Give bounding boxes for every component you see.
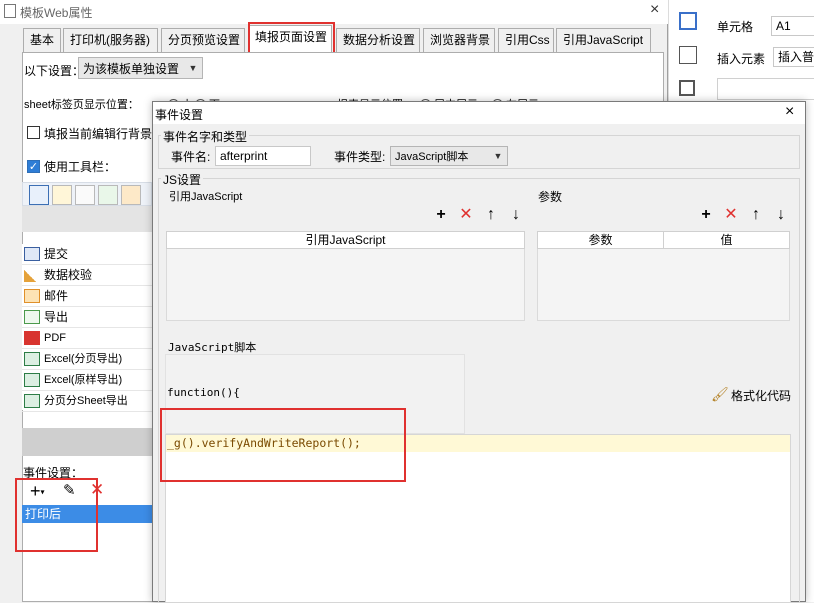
- toolbar-preview: [22, 182, 152, 206]
- app-icon: [4, 4, 16, 18]
- delete-icon[interactable]: ✕: [458, 207, 474, 223]
- js-settings-legend: JS设置: [161, 171, 204, 188]
- submit-icon: [24, 247, 40, 261]
- validate-icon: [24, 268, 40, 282]
- cell-attr-icon[interactable]: [679, 12, 697, 30]
- cell-field[interactable]: A1: [771, 16, 814, 36]
- toolbar-items-list: 提交 数据校验 邮件 导出 PDF Excel(分页导出) Excel(原样导出…: [22, 244, 152, 412]
- list-item[interactable]: PDF: [22, 328, 152, 349]
- delete-icon[interactable]: ✕: [723, 207, 739, 223]
- frame-icon[interactable]: [679, 80, 695, 96]
- export-icon: [24, 310, 40, 324]
- settings-select[interactable]: 为该模板单独设置 ▼: [78, 57, 203, 79]
- format-brush-icon[interactable]: 🖌: [711, 386, 729, 403]
- tab-basic[interactable]: 基本: [23, 28, 61, 52]
- use-toolbar-checkbox[interactable]: ✓: [27, 160, 40, 173]
- mail-icon[interactable]: [121, 185, 141, 205]
- ref-js-table: [166, 249, 525, 321]
- arrow-up-icon[interactable]: ↑: [748, 207, 764, 223]
- insert-element-field[interactable]: 插入普: [773, 47, 814, 67]
- event-name-input[interactable]: afterprint: [215, 146, 311, 166]
- tab-data-analysis[interactable]: 数据分析设置: [336, 28, 420, 52]
- title-bar: 模板Web属性 ×: [0, 0, 668, 24]
- list-item[interactable]: 数据校验: [22, 265, 152, 286]
- chevron-down-icon: ▼: [493, 151, 503, 161]
- ref-js-column-header: 引用JavaScript: [166, 231, 525, 249]
- mail-icon: [24, 289, 40, 303]
- tab-fill-page[interactable]: 填报页面设置: [248, 25, 332, 53]
- tab-browser-bg[interactable]: 浏览器背景: [423, 28, 495, 52]
- use-toolbar-label: 使用工具栏：: [44, 160, 117, 174]
- value-column-header: 值: [663, 231, 790, 249]
- event-dialog-title: 事件设置: [155, 108, 204, 122]
- arrow-up-icon[interactable]: ↑: [483, 207, 499, 223]
- code-line[interactable]: _g().verifyAndWriteReport();: [167, 435, 361, 452]
- params-column-header: 参数: [537, 231, 664, 249]
- close-icon[interactable]: ×: [785, 103, 794, 121]
- code-editor[interactable]: [165, 434, 791, 603]
- tab-printer[interactable]: 打印机(服务器): [63, 28, 158, 52]
- settings-select-value: 为该模板单独设置: [83, 61, 180, 76]
- add-icon[interactable]: +: [433, 207, 449, 223]
- print-icon[interactable]: [75, 185, 95, 205]
- unlock-row-label: 填报当前编辑行背景: [44, 127, 153, 141]
- widget-icon[interactable]: [679, 46, 697, 64]
- list-item[interactable]: 提交: [22, 244, 152, 265]
- event-name-label: 事件名:: [171, 150, 211, 164]
- property-box: [717, 78, 814, 100]
- event-list-item[interactable]: 打印后: [22, 505, 152, 523]
- edit-icon[interactable]: [52, 185, 72, 205]
- cell-label: 单元格: [717, 20, 754, 34]
- save-icon[interactable]: [29, 185, 49, 205]
- export-icon[interactable]: [98, 185, 118, 205]
- excel-icon: [24, 352, 40, 366]
- settings-label: 以下设置：: [24, 64, 85, 78]
- arrow-down-icon[interactable]: ↓: [508, 207, 524, 223]
- arrow-down-icon[interactable]: ↓: [773, 207, 789, 223]
- event-settings-label: 事件设置：: [23, 466, 84, 480]
- close-icon[interactable]: ×: [650, 1, 659, 19]
- tab-ref-css[interactable]: 引用Css: [498, 28, 554, 52]
- format-code-button[interactable]: 格式化代码: [731, 387, 791, 404]
- list-item[interactable]: 邮件: [22, 286, 152, 307]
- list-item[interactable]: Excel(原样导出): [22, 370, 152, 391]
- params-table: [537, 249, 790, 321]
- ref-js-label: 引用JavaScript: [169, 191, 243, 203]
- tab-page-preview[interactable]: 分页预览设置: [161, 28, 245, 52]
- tab-ref-javascript[interactable]: 引用JavaScript: [556, 28, 651, 52]
- edit-event-icon[interactable]: ✎: [63, 482, 76, 500]
- list-item[interactable]: 导出: [22, 307, 152, 328]
- script-label: JavaScript脚本: [168, 341, 257, 354]
- params-label: 参数: [538, 190, 563, 204]
- list-scroll-area: [22, 428, 152, 456]
- list-item[interactable]: Excel(分页导出): [22, 349, 152, 370]
- event-type-value: JavaScript脚本: [395, 151, 469, 163]
- list-item[interactable]: 分页分Sheet导出: [22, 391, 152, 412]
- unlock-row-checkbox[interactable]: [27, 126, 40, 139]
- event-title-bar: 事件设置 ×: [153, 102, 805, 124]
- name-type-legend: 事件名字和类型: [161, 128, 250, 145]
- add-icon[interactable]: +: [698, 207, 714, 223]
- add-event-icon[interactable]: +▾: [30, 482, 45, 501]
- event-type-label: 事件类型:: [334, 150, 386, 164]
- toolbar-gap: [22, 206, 152, 232]
- pdf-icon: [24, 331, 40, 345]
- function-header: function(){: [167, 386, 240, 399]
- excel-icon: [24, 373, 40, 387]
- event-settings-dialog: 事件设置 × 事件名字和类型 事件名: afterprint 事件类型: Jav…: [152, 101, 806, 603]
- sheet-position-label: sheet标签页显示位置：: [24, 99, 139, 111]
- event-type-select[interactable]: JavaScript脚本 ▼: [390, 146, 508, 166]
- excel-icon: [24, 394, 40, 408]
- insert-element-label: 插入元素: [717, 52, 766, 66]
- chevron-down-icon: ▼: [188, 63, 198, 73]
- dialog-title: 模板Web属性: [20, 6, 93, 20]
- delete-event-icon[interactable]: ✕: [90, 481, 104, 499]
